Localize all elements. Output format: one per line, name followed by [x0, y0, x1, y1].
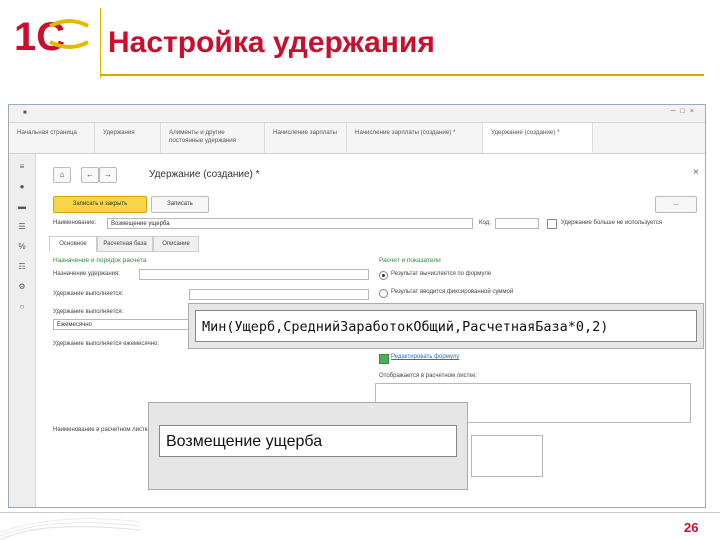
group-result-header: Расчет и показатели: [379, 257, 441, 264]
tab-deduction-create[interactable]: Удержание (создание) *: [483, 123, 593, 153]
base-label: Удержание выполняется:: [53, 309, 124, 315]
name-field[interactable]: Возмещение ущерба: [107, 218, 473, 229]
payslip-label: Наименование в расчетном листке:: [53, 427, 153, 433]
decorative-lines: [0, 518, 140, 540]
window-titlebar: ■: [9, 105, 705, 123]
payslip-extra-area: [471, 435, 543, 477]
section-tabbar: Начальная страница Удержания Алименты и …: [9, 123, 705, 154]
home-icon[interactable]: ⌂: [53, 167, 71, 183]
purpose-label: Назначение удержания:: [53, 271, 120, 277]
tab-description[interactable]: Описание: [153, 236, 199, 252]
code-field[interactable]: [495, 218, 539, 229]
1c-logo-graphic: 1С: [14, 15, 89, 59]
sidebar: ≡ ● ▬ ☰ % ☶ ⚙ ○: [9, 154, 36, 507]
tab-payroll-create[interactable]: Начисление зарплаты (создание) *: [347, 123, 483, 153]
header-underline: [100, 74, 704, 76]
users-icon[interactable]: ●: [17, 182, 27, 192]
radio-formula-label: Результат вычисляется по формуле: [391, 271, 492, 277]
radio-fixed-label: Результат вводится фиксированной суммой: [391, 289, 514, 295]
tab-main[interactable]: Основное: [49, 236, 97, 252]
group-purpose-header: Назначение и порядок расчета: [53, 257, 147, 264]
radio-fixed[interactable]: [379, 289, 388, 298]
header-separator: [100, 8, 101, 78]
method-field[interactable]: [189, 289, 369, 300]
window-controls[interactable]: ─□×: [671, 108, 699, 115]
edit-formula-link[interactable]: Редактировать формулу: [391, 354, 459, 360]
purpose-field[interactable]: [139, 269, 369, 280]
settings-icon[interactable]: ⚙: [17, 282, 27, 292]
slide-title: Настройка удержания: [108, 26, 435, 59]
list-icon[interactable]: ☰: [17, 222, 27, 232]
tab-deductions[interactable]: Удержания: [95, 123, 161, 153]
more-button[interactable]: …: [655, 196, 697, 213]
tab-payroll[interactable]: Начисление зарплаты: [265, 123, 347, 153]
not-used-checkbox[interactable]: [547, 219, 557, 229]
report-icon[interactable]: ☶: [17, 262, 27, 272]
form-title: Удержание (создание) *: [149, 169, 260, 180]
menu-icon[interactable]: ≡: [17, 162, 27, 172]
wallet-icon[interactable]: ▬: [17, 202, 27, 212]
close-icon[interactable]: ×: [693, 167, 699, 178]
indicator-label: Отображается в расчетном листке:: [379, 373, 478, 379]
method-label: Удержание выполняется:: [53, 291, 124, 297]
formula-callout: Мин(Ущерб,СреднийЗаработокОбщий,Расчетна…: [188, 303, 704, 349]
save-button[interactable]: Записать: [151, 196, 209, 213]
formula-field[interactable]: Мин(Ущерб,СреднийЗаработокОбщий,Расчетна…: [195, 310, 697, 342]
radio-formula[interactable]: [379, 271, 388, 280]
gear-icon[interactable]: ○: [17, 302, 27, 312]
payslip-name-field[interactable]: Возмещение ущерба: [159, 425, 457, 457]
1c-logo: 1С: [10, 12, 98, 59]
back-icon[interactable]: ←: [81, 167, 99, 183]
base-field[interactable]: Ежемесячно: [53, 319, 193, 330]
not-used-label: Удержание больше не используется: [561, 220, 663, 226]
period-label: Удержание выполняется ежемесячно:: [53, 341, 160, 347]
footer-line: [0, 512, 720, 513]
tab-home[interactable]: Начальная страница: [9, 123, 95, 153]
tab-alimony[interactable]: Алименты и другие постоянные удержания: [161, 123, 265, 153]
forward-icon[interactable]: →: [99, 167, 117, 183]
save-close-button[interactable]: Записать и закрыть: [53, 196, 147, 213]
percent-icon[interactable]: %: [17, 242, 27, 252]
name-label: Наименование:: [53, 220, 97, 226]
tab-calc-base[interactable]: Расчетная база: [97, 236, 153, 252]
code-label: Код:: [479, 220, 491, 226]
payslip-name-callout: Возмещение ущерба: [148, 402, 468, 490]
page-number: 26: [684, 520, 699, 535]
edit-formula-checkbox[interactable]: [379, 354, 389, 364]
